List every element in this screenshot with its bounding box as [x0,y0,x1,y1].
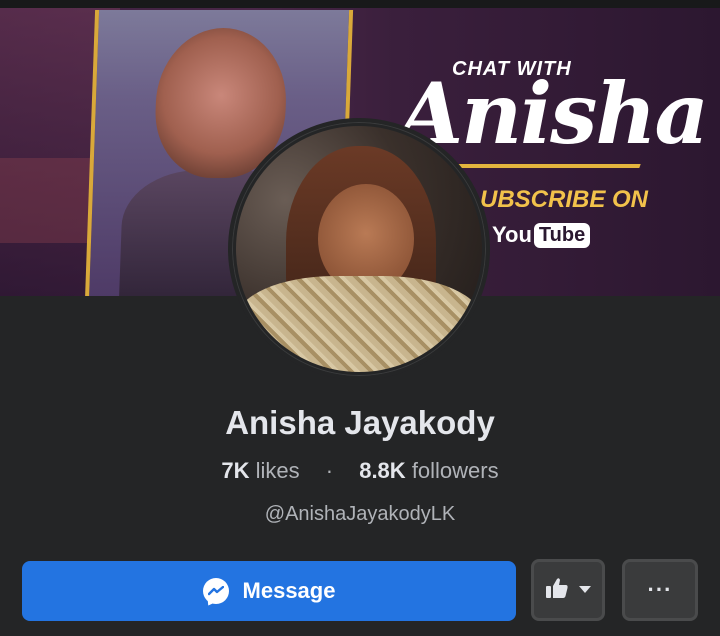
ellipsis-icon: ··· [647,577,673,602]
avatar-image [236,126,482,372]
more-options-button[interactable]: ··· [622,559,698,621]
stats-separator: · [325,458,334,483]
youtube-logo: You Tube [492,222,591,248]
top-strip [0,0,720,8]
profile-handle: @AnishaJayakodyLK [264,503,456,525]
caret-down-icon [579,581,591,599]
cover-subscribe-text: UBSCRIBE ON [480,186,649,213]
youtube-logo-you: You [492,222,532,247]
youtube-logo-tube: Tube [533,222,591,248]
profile-avatar[interactable] [228,118,490,380]
thumbs-up-icon [545,577,569,604]
messenger-icon [202,578,229,604]
followers-count: 8.8K [359,458,406,483]
profile-name: Anisha Jayakody [225,404,495,441]
message-button-label: Message [242,578,336,603]
like-dropdown-button[interactable] [531,559,605,621]
page-profile: Anisha CHAT WITH UBSCRIBE ON You Tube An… [0,0,720,636]
message-button[interactable]: Message [22,561,516,621]
cover-chat-with: CHAT WITH [452,58,572,80]
avatar-shirt [236,276,482,372]
cover-underline [439,164,641,168]
likes-count: 7K [221,458,250,483]
followers-label: followers [411,458,499,483]
profile-stats: 7K likes · 8.8K followers [0,458,720,484]
likes-label: likes [255,458,300,483]
